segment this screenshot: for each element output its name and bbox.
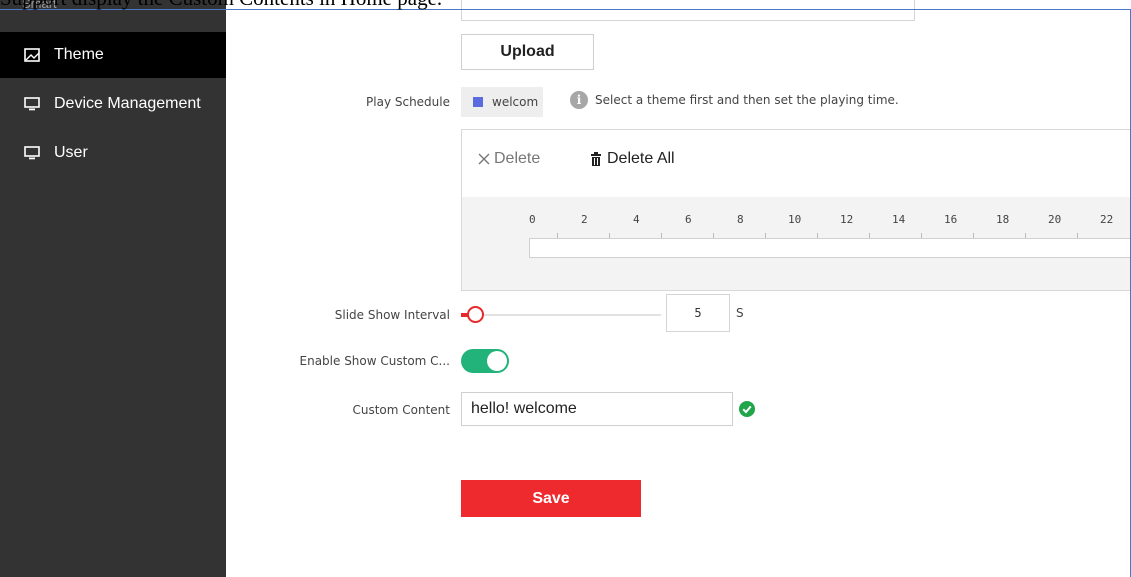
timeline-tick: 8 [737, 213, 744, 226]
sidebar-item-label: Theme [54, 46, 104, 63]
timeline-tick: 12 [840, 213, 854, 226]
trash-icon [591, 152, 601, 166]
sidebar-item-user[interactable]: User [0, 130, 226, 176]
sidebar-item-device-management[interactable]: Device Management [0, 81, 226, 127]
timeline-tick: 4 [633, 213, 640, 226]
schedule-panel: Delete Delete All 0 2 4 6 8 10 12 14 16 … [461, 129, 1131, 291]
slide-interval-label: Slide Show Interval [334, 308, 450, 322]
slide-interval-input[interactable]: 5 [666, 294, 730, 332]
close-icon [478, 153, 490, 165]
timeline-tick: 20 [1048, 213, 1062, 226]
schedule-toolbar: Delete Delete All [462, 130, 1131, 196]
sidebar-item-label: User [54, 144, 88, 161]
upload-button[interactable]: Upload [461, 34, 594, 70]
save-button[interactable]: Save [461, 480, 641, 517]
schedule-theme-name: welcom [492, 95, 539, 109]
timeline-tick: 2 [581, 213, 588, 226]
page-caption: Support display the Custom Contents in H… [0, 0, 442, 11]
slide-interval-unit: S [736, 306, 744, 320]
timeline-tick: 22 [1100, 213, 1114, 226]
main-content: Upload Play Schedule welcom i Select a t… [226, 0, 1131, 577]
schedule-bar[interactable] [529, 238, 1131, 258]
timeline-tick: 14 [892, 213, 906, 226]
timeline-tick: 18 [996, 213, 1010, 226]
slide-interval-slider-handle[interactable] [467, 306, 484, 323]
schedule-timeline: 0 2 4 6 8 10 12 14 16 18 20 22 [462, 197, 1131, 290]
schedule-theme-chip[interactable]: welcom [461, 87, 543, 117]
delete-label: Delete [494, 150, 541, 167]
picture-icon [24, 48, 40, 62]
toggle-knob [487, 351, 507, 371]
play-schedule-label: Play Schedule [366, 95, 450, 109]
timeline-tick: 16 [944, 213, 958, 226]
custom-content-input[interactable] [461, 392, 733, 426]
info-icon: i [570, 91, 588, 109]
delete-all-button[interactable]: Delete All [590, 150, 675, 168]
sidebar-item-theme[interactable]: Theme [0, 32, 226, 78]
theme-color-swatch [473, 97, 483, 107]
file-path-field[interactable] [461, 0, 915, 21]
check-circle-icon [739, 401, 755, 417]
timeline-tick: 6 [685, 213, 692, 226]
timeline-tick: 0 [529, 213, 536, 226]
schedule-hint-text: Select a theme first and then set the pl… [595, 93, 899, 107]
sidebar: Smart Theme Device Management User [0, 0, 226, 577]
delete-all-label: Delete All [607, 150, 675, 167]
schedule-hint: i Select a theme first and then set the … [570, 91, 899, 109]
monitor-icon [24, 146, 40, 160]
custom-content-label: Custom Content [352, 403, 450, 417]
enable-custom-label: Enable Show Custom C... [299, 354, 451, 368]
timeline-tick: 10 [788, 213, 802, 226]
sidebar-item-label: Device Management [54, 95, 201, 112]
enable-custom-toggle[interactable] [461, 349, 509, 373]
slide-interval-slider-track[interactable] [466, 314, 661, 316]
monitor-icon [24, 97, 40, 111]
delete-button[interactable]: Delete [477, 150, 540, 168]
